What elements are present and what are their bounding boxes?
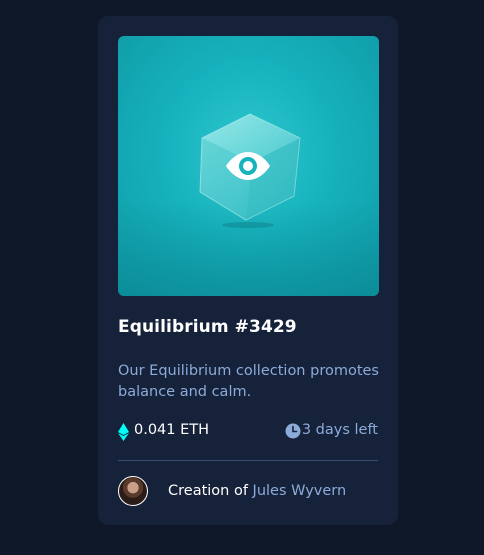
divider [118,460,378,461]
nft-title[interactable]: Equilibrium #3429 [118,317,297,337]
price-label: 0.041 ETH [134,422,210,438]
clock-icon [285,423,301,439]
nft-preview-card: Equilibrium #3429 Our Equilibrium collec… [98,16,398,525]
price-time-row: 0.041 ETH 3 days left [118,422,378,442]
eye-icon [226,152,270,180]
ethereum-icon [118,423,129,441]
creator-row: Creation of Jules Wyvern [118,476,378,508]
time-left-label: 3 days left [301,422,378,438]
nft-description: Our Equilibrium collection promotes bala… [118,363,379,400]
nft-image[interactable] [118,36,379,296]
creator-prefix: Creation of [168,483,248,499]
creator-attribution: Creation of Jules Wyvern [168,483,346,499]
creator-name-link[interactable]: Jules Wyvern [253,483,347,499]
avatar [118,476,148,506]
